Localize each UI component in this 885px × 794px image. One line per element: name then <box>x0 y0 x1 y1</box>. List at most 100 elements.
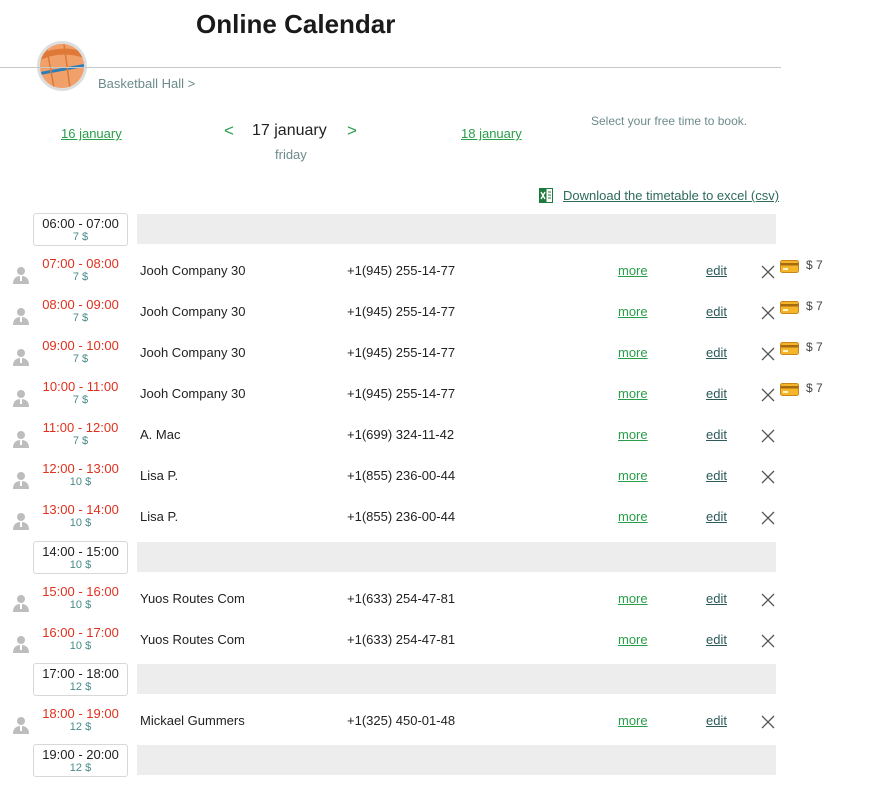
user-icon <box>13 594 29 612</box>
close-icon[interactable] <box>761 306 775 320</box>
user-icon <box>13 307 29 325</box>
edit-link[interactable]: edit <box>706 713 727 728</box>
venue-avatar[interactable] <box>37 41 87 91</box>
slot-time-box[interactable]: 17:00 - 18:00 12 $ <box>33 663 128 696</box>
close-icon[interactable] <box>761 511 775 525</box>
close-icon[interactable] <box>761 634 775 648</box>
customer-phone: +1(633) 254-47-81 <box>347 591 456 606</box>
more-link[interactable]: more <box>618 427 648 442</box>
slot-price: 12 $ <box>69 721 92 733</box>
slot-time: 08:00 - 09:00 <box>42 297 119 312</box>
slot-time-box[interactable]: 14:00 - 15:00 10 $ <box>33 541 128 574</box>
more-link[interactable]: more <box>618 263 648 278</box>
user-icon <box>13 471 29 489</box>
slot-time: 09:00 - 10:00 <box>42 338 119 353</box>
slot-price: 7 $ <box>72 353 89 365</box>
time-slot-row: 07:00 - 08:00 7 $ Jooh Company 30 +1(945… <box>0 254 885 295</box>
slot-time-box[interactable]: 19:00 - 20:00 12 $ <box>33 744 128 777</box>
user-icon <box>13 348 29 366</box>
slot-price: 7 $ <box>72 394 89 406</box>
free-slot-bar[interactable] <box>137 745 776 775</box>
close-icon[interactable] <box>761 265 775 279</box>
slot-time-box: 18:00 - 19:00 12 $ <box>33 704 128 737</box>
customer-phone: +1(945) 255-14-77 <box>347 263 456 278</box>
time-slot-row: 10:00 - 11:00 7 $ Jooh Company 30 +1(945… <box>0 377 885 418</box>
close-icon[interactable] <box>761 429 775 443</box>
credit-card-icon <box>780 342 799 355</box>
more-link[interactable]: more <box>618 386 648 401</box>
paid-amount: $ 7 <box>806 299 823 313</box>
edit-link[interactable]: edit <box>706 591 727 606</box>
slot-time: 07:00 - 08:00 <box>42 256 119 271</box>
slot-time-box: 15:00 - 16:00 10 $ <box>33 582 128 615</box>
close-icon[interactable] <box>761 470 775 484</box>
slot-time: 18:00 - 19:00 <box>42 706 119 721</box>
slot-price: 12 $ <box>69 762 92 774</box>
edit-link[interactable]: edit <box>706 345 727 360</box>
free-slot-bar[interactable] <box>137 664 776 694</box>
free-slot-bar[interactable] <box>137 542 776 572</box>
hall-breadcrumb-link[interactable]: Basketball Hall > <box>98 76 195 91</box>
customer-name: Mickael Gummers <box>140 713 245 728</box>
customer-phone: +1(699) 324-11-42 <box>347 427 455 442</box>
slot-price: 7 $ <box>72 271 89 283</box>
current-weekday: friday <box>275 147 307 162</box>
more-link[interactable]: more <box>618 468 648 483</box>
customer-name: Jooh Company 30 <box>140 304 246 319</box>
next-day-link[interactable]: 18 january <box>461 126 522 141</box>
customer-name: Yuos Routes Com <box>140 632 245 647</box>
edit-link[interactable]: edit <box>706 386 727 401</box>
time-slot-row: 16:00 - 17:00 10 $ Yuos Routes Com +1(63… <box>0 623 885 664</box>
slot-time-box: 07:00 - 08:00 7 $ <box>33 254 128 287</box>
slot-time-box: 08:00 - 09:00 7 $ <box>33 295 128 328</box>
slot-price: 10 $ <box>69 640 92 652</box>
slot-time-box: 11:00 - 12:00 7 $ <box>33 418 128 451</box>
slot-price: 7 $ <box>72 435 89 447</box>
prev-arrow-button[interactable]: < <box>224 121 234 141</box>
excel-icon[interactable] <box>539 188 553 203</box>
time-slot-row[interactable]: 17:00 - 18:00 12 $ <box>0 663 885 704</box>
time-slot-row: 15:00 - 16:00 10 $ Yuos Routes Com +1(63… <box>0 582 885 623</box>
prev-day-link[interactable]: 16 january <box>61 126 122 141</box>
slot-time-box: 12:00 - 13:00 10 $ <box>33 459 128 492</box>
download-excel-link[interactable]: Download the timetable to excel (csv) <box>563 188 779 203</box>
close-icon[interactable] <box>761 593 775 607</box>
slot-time: 16:00 - 17:00 <box>42 625 119 640</box>
more-link[interactable]: more <box>618 713 648 728</box>
time-slot-row: 09:00 - 10:00 7 $ Jooh Company 30 +1(945… <box>0 336 885 377</box>
customer-name: Jooh Company 30 <box>140 386 246 401</box>
header-divider <box>0 67 781 68</box>
free-slot-bar[interactable] <box>137 214 776 244</box>
edit-link[interactable]: edit <box>706 468 727 483</box>
time-slot-row[interactable]: 19:00 - 20:00 12 $ <box>0 744 885 785</box>
customer-phone: +1(945) 255-14-77 <box>347 386 456 401</box>
next-arrow-button[interactable]: > <box>347 121 357 141</box>
page-title: Online Calendar <box>196 9 396 39</box>
close-icon[interactable] <box>761 388 775 402</box>
user-icon <box>13 635 29 653</box>
slot-price: 10 $ <box>69 476 92 488</box>
more-link[interactable]: more <box>618 345 648 360</box>
user-icon <box>13 512 29 530</box>
close-icon[interactable] <box>761 715 775 729</box>
more-link[interactable]: more <box>618 591 648 606</box>
slot-price: 12 $ <box>69 681 92 693</box>
close-icon[interactable] <box>761 347 775 361</box>
edit-link[interactable]: edit <box>706 304 727 319</box>
customer-name: Lisa P. <box>140 509 179 524</box>
more-link[interactable]: more <box>618 509 648 524</box>
customer-name: Lisa P. <box>140 468 179 483</box>
time-slot-row[interactable]: 06:00 - 07:00 7 $ <box>0 213 885 254</box>
customer-name: A. Mac <box>140 427 181 442</box>
edit-link[interactable]: edit <box>706 427 727 442</box>
more-link[interactable]: more <box>618 304 648 319</box>
edit-link[interactable]: edit <box>706 263 727 278</box>
edit-link[interactable]: edit <box>706 509 727 524</box>
time-slot-row[interactable]: 14:00 - 15:00 10 $ <box>0 541 885 582</box>
more-link[interactable]: more <box>618 632 648 647</box>
time-slot-row: 13:00 - 14:00 10 $ Lisa P. +1(855) 236-0… <box>0 500 885 541</box>
edit-link[interactable]: edit <box>706 632 727 647</box>
slot-time: 10:00 - 11:00 <box>42 379 119 394</box>
customer-phone: +1(633) 254-47-81 <box>347 632 456 647</box>
slot-time-box[interactable]: 06:00 - 07:00 7 $ <box>33 213 128 246</box>
